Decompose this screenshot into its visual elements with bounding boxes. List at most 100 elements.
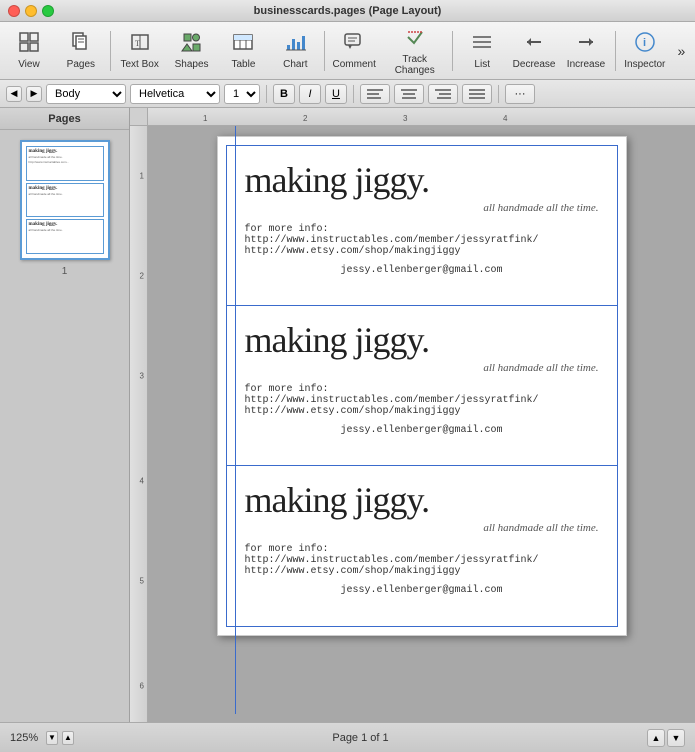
title-bar: businesscards.pages (Page Layout) <box>0 0 695 22</box>
textbox-icon: T <box>129 31 151 57</box>
align-right-button[interactable] <box>428 84 458 104</box>
decrease-icon <box>523 31 545 57</box>
page-1: making jiggy. all handmade all the time.… <box>217 136 627 636</box>
format-sep-2 <box>353 85 354 103</box>
card2-email: jessy.ellenberger@gmail.com <box>245 425 599 436</box>
chart-button[interactable]: Chart <box>270 25 320 77</box>
paragraph-style-select[interactable]: Body <box>46 84 126 104</box>
table-label: Table <box>232 59 256 70</box>
zoom-up-button[interactable]: ▲ <box>62 731 74 745</box>
thumb-text-1a: all handmade all the time. <box>29 155 101 159</box>
table-button[interactable]: Table <box>219 25 269 77</box>
decrease-button[interactable]: Decrease <box>509 25 559 77</box>
svg-text:i: i <box>643 37 646 49</box>
align-center-button[interactable] <box>394 84 424 104</box>
card2-subtitle: all handmade all the time. <box>245 362 599 374</box>
thumb-card-1a: making jiggy. all handmade all the time.… <box>26 146 104 181</box>
ruler-v-3: 3 <box>140 372 144 381</box>
card3-subtitle: all handmade all the time. <box>245 522 599 534</box>
ruler-v-5: 5 <box>140 577 144 586</box>
format-sep-3 <box>498 85 499 103</box>
pages-icon <box>70 31 92 57</box>
comment-label: Comment <box>333 59 376 70</box>
card1-url1: http://www.instructables.com/member/jess… <box>245 235 599 246</box>
pages-button[interactable]: Pages <box>56 25 106 77</box>
page-indicator: Page 1 of 1 <box>332 732 388 744</box>
list-label: List <box>474 59 490 70</box>
card3-url2: http://www.etsy.com/shop/makingjiggy <box>245 566 599 577</box>
increase-icon <box>575 31 597 57</box>
ruler-row: 1 2 3 4 <box>130 108 695 126</box>
thumb-card-1b: making jiggy. all handmade all the time. <box>26 183 104 218</box>
italic-button[interactable]: I <box>299 84 321 104</box>
toolbar-divider-2 <box>324 31 325 71</box>
toolbar-divider-1 <box>110 31 111 71</box>
ruler-horizontal: 1 2 3 4 <box>148 108 695 126</box>
view-button[interactable]: View <box>4 25 54 77</box>
ruler-corner <box>130 108 148 126</box>
card1-title: making jiggy. <box>245 162 599 198</box>
doc-content: making jiggy. all handmade all the time.… <box>148 126 695 722</box>
thumb-text-1b: all handmade all the time. <box>29 192 101 196</box>
more-button[interactable]: » <box>672 25 691 77</box>
page-number-1: 1 <box>62 266 68 277</box>
card1-subtitle: all handmade all the time. <box>245 202 599 214</box>
page-thumbnail-1[interactable]: making jiggy. all handmade all the time.… <box>20 140 110 260</box>
toolbar-divider-3 <box>452 31 453 71</box>
inspector-button[interactable]: i Inspector <box>620 25 670 77</box>
card2-info-label: for more info: <box>245 384 599 395</box>
pages-sidebar: Pages making jiggy. all handmade all the… <box>0 108 130 722</box>
shapes-icon <box>181 31 203 57</box>
card2-title: making jiggy. <box>245 322 599 358</box>
chart-label: Chart <box>283 59 307 70</box>
ruler-h-4: 4 <box>503 114 507 123</box>
zoom-down-button[interactable]: ▼ <box>46 731 58 745</box>
window-title: businesscards.pages (Page Layout) <box>254 5 442 17</box>
business-card-2: making jiggy. all handmade all the time.… <box>227 306 617 466</box>
view-icon <box>18 31 40 57</box>
format-next-button[interactable]: ▶ <box>26 86 42 102</box>
minimize-button[interactable] <box>25 5 37 17</box>
align-left-button[interactable] <box>360 84 390 104</box>
format-bar: ◀ ▶ Body Helvetica 12 B I U ··· <box>0 80 695 108</box>
thumb-card-1c: making jiggy. all handmade all the time. <box>26 219 104 254</box>
comment-button[interactable]: Comment <box>329 25 379 77</box>
increase-label: Increase <box>567 59 605 70</box>
traffic-lights <box>8 5 54 17</box>
sidebar-title: Pages <box>0 108 129 130</box>
list-button[interactable]: List <box>457 25 507 77</box>
textbox-button[interactable]: T Text Box <box>115 25 165 77</box>
document-area[interactable]: 1 2 3 4 1 2 3 4 5 6 <box>130 108 695 722</box>
increase-button[interactable]: Increase <box>561 25 611 77</box>
page-navigation: ▲ ▼ <box>647 729 685 747</box>
maximize-button[interactable] <box>42 5 54 17</box>
table-icon <box>232 31 254 57</box>
toolbar: View Pages T Text Box Shapes Table Chart <box>0 22 695 80</box>
prev-page-button[interactable]: ▲ <box>647 729 665 747</box>
zoom-value: 125% <box>10 732 42 744</box>
align-justify-button[interactable] <box>462 84 492 104</box>
fontsize-select[interactable]: 12 <box>224 84 260 104</box>
card1-url2: http://www.etsy.com/shop/makingjiggy <box>245 246 599 257</box>
next-page-button[interactable]: ▼ <box>667 729 685 747</box>
ruler-h-2: 2 <box>303 114 307 123</box>
card1-info-label: for more info: <box>245 224 599 235</box>
format-sep-1 <box>266 85 267 103</box>
trackchanges-label: Track Changes <box>381 54 448 76</box>
ruler-v-4: 4 <box>140 477 144 486</box>
more-format-button[interactable]: ··· <box>505 84 535 104</box>
underline-button[interactable]: U <box>325 84 347 104</box>
bold-button[interactable]: B <box>273 84 295 104</box>
trackchanges-button[interactable]: Track Changes <box>381 25 448 77</box>
font-select[interactable]: Helvetica <box>130 84 220 104</box>
card3-url1: http://www.instructables.com/member/jess… <box>245 555 599 566</box>
business-card-3: making jiggy. all handmade all the time.… <box>227 466 617 626</box>
shapes-button[interactable]: Shapes <box>167 25 217 77</box>
format-prev-button[interactable]: ◀ <box>6 86 22 102</box>
thumb-url-1a: http://www.instructables.com... <box>29 160 101 164</box>
trackchanges-icon <box>404 26 426 52</box>
close-button[interactable] <box>8 5 20 17</box>
thumb-text-1c: all handmade all the time. <box>29 228 101 232</box>
zoom-control: 125% ▼ ▲ <box>10 731 74 745</box>
comment-icon <box>343 31 365 57</box>
